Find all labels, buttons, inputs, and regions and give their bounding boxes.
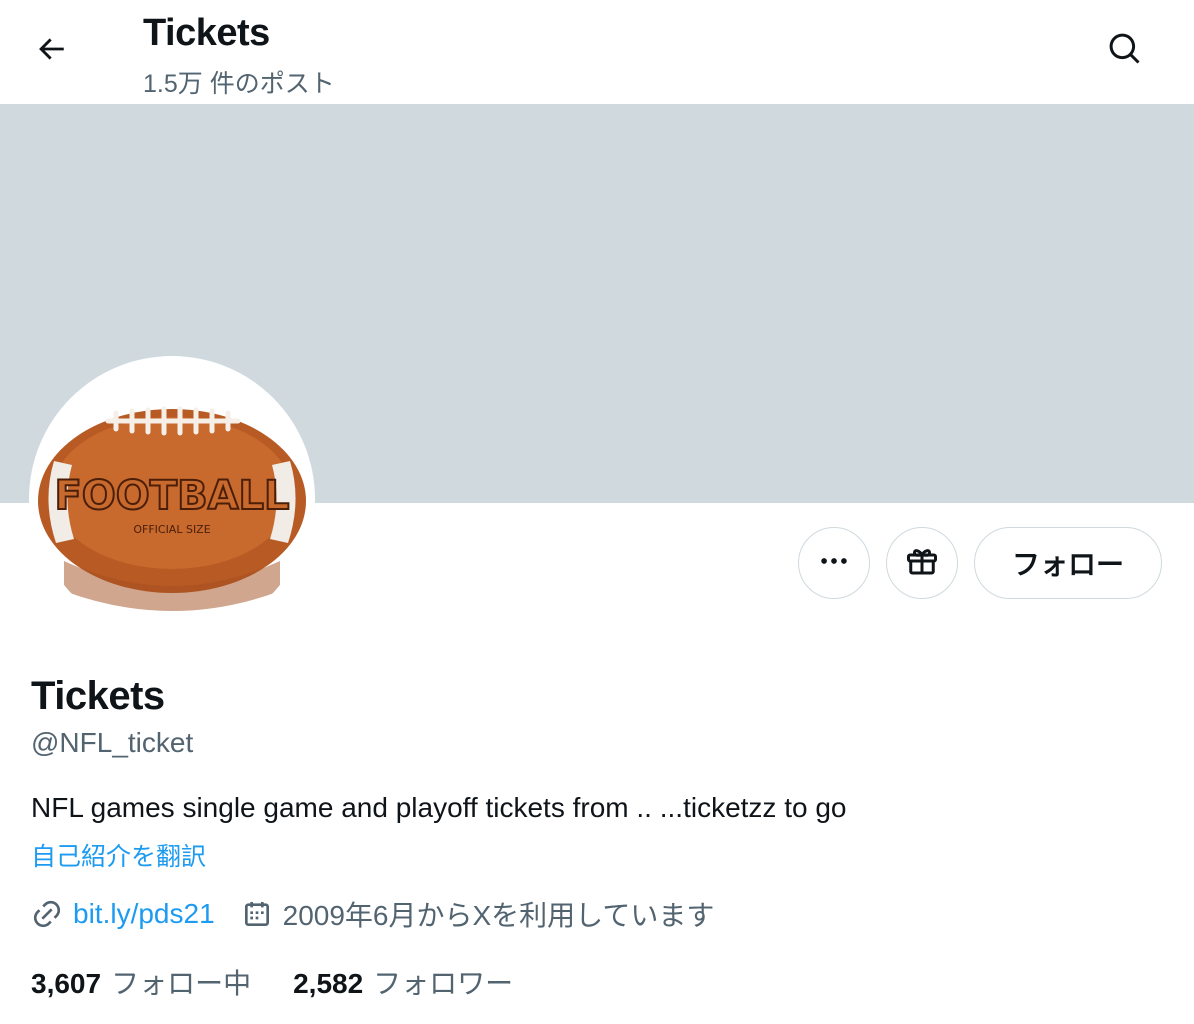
following-label: フォロー中 — [111, 968, 252, 999]
profile-meta: bit.ly/pds21 2009年6月からXを利用しています — [31, 894, 714, 934]
join-date: 2009年6月からXを利用しています — [282, 900, 715, 931]
follow-button[interactable]: フォロー — [974, 527, 1162, 599]
top-bar: Tickets 1.5万 件のポスト — [0, 0, 1194, 104]
display-name: Tickets — [31, 674, 165, 718]
search-icon — [1107, 31, 1143, 72]
followers-link[interactable]: 2,582 フォロワー — [293, 962, 513, 1002]
following-count: 3,607 — [31, 968, 102, 999]
following-link[interactable]: 3,607 フォロー中 — [31, 962, 251, 1002]
avatar[interactable]: FOOTBALL OFFICIAL SIZE — [29, 356, 315, 642]
avatar-image: FOOTBALL OFFICIAL SIZE — [34, 361, 310, 637]
gift-icon — [904, 543, 940, 584]
page-title: Tickets — [143, 12, 270, 54]
more-button[interactable] — [798, 527, 870, 599]
follow-stats: 3,607 フォロー中 2,582 フォロワー — [31, 962, 513, 1002]
avatar-logo-text: FOOTBALL — [54, 473, 289, 519]
followers-label: フォロワー — [373, 968, 514, 999]
link-icon — [31, 898, 63, 930]
user-handle: @NFL_ticket — [31, 727, 194, 758]
bio: NFL games single game and playoff ticket… — [31, 792, 847, 823]
avatar-logo-subtext: OFFICIAL SIZE — [133, 523, 210, 536]
post-count: 1.5万 件のポスト — [143, 70, 335, 98]
translate-bio-link[interactable]: 自己紹介を翻訳 — [31, 837, 206, 873]
arrow-left-icon — [34, 32, 68, 71]
back-button[interactable] — [22, 22, 80, 80]
followers-count: 2,582 — [293, 968, 364, 999]
search-button[interactable] — [1096, 22, 1154, 80]
more-icon — [817, 544, 851, 583]
profile-link[interactable]: bit.ly/pds21 — [73, 898, 215, 930]
gift-button[interactable] — [886, 527, 958, 599]
calendar-icon — [241, 898, 273, 930]
